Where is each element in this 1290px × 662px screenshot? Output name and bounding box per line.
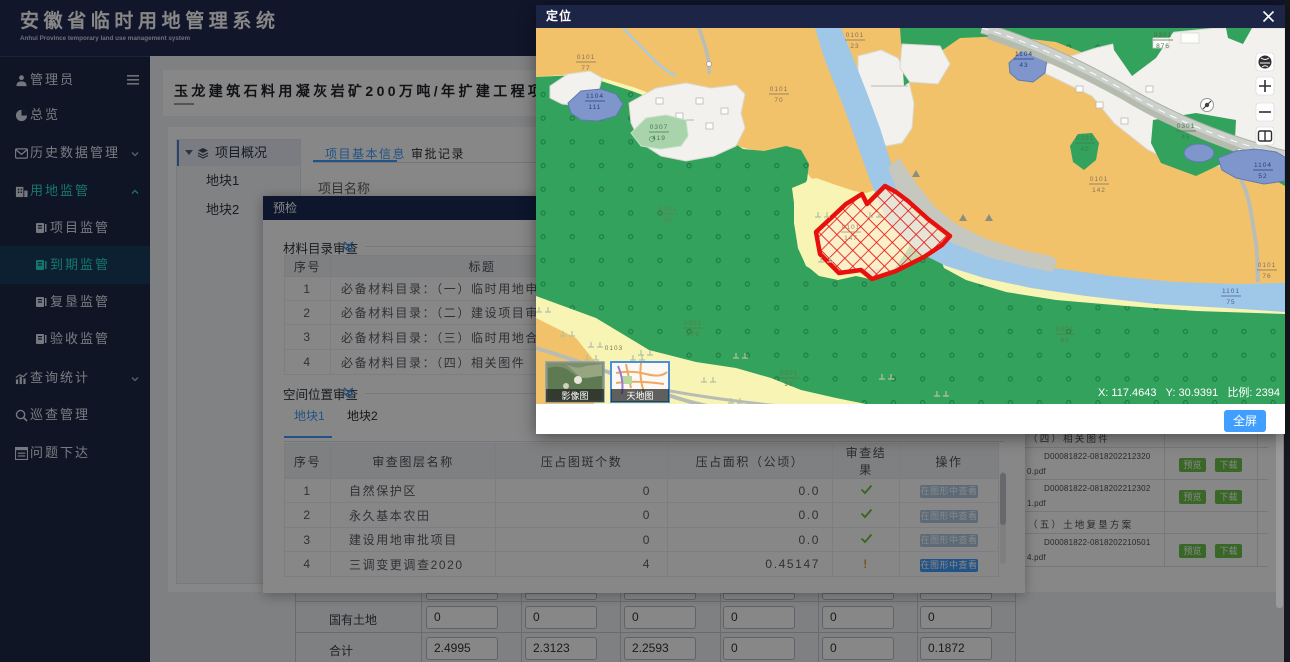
svg-text:176: 176 xyxy=(686,331,700,338)
svg-text:43: 43 xyxy=(1019,62,1028,69)
svg-text:876: 876 xyxy=(1156,43,1170,50)
svg-text:70: 70 xyxy=(774,97,783,104)
svg-text:0101: 0101 xyxy=(770,86,788,93)
svg-text:1104: 1104 xyxy=(586,93,604,100)
svg-text:0301: 0301 xyxy=(684,320,702,327)
svg-text:0103: 0103 xyxy=(605,345,623,352)
svg-text:1101: 1101 xyxy=(1222,288,1240,295)
svg-text:1104: 1104 xyxy=(1015,51,1033,58)
svg-text:52: 52 xyxy=(1258,173,1267,180)
svg-text:142: 142 xyxy=(1092,187,1106,194)
svg-text:76: 76 xyxy=(1262,273,1271,280)
svg-text:85: 85 xyxy=(1060,337,1069,344)
svg-text:40: 40 xyxy=(1080,146,1089,153)
svg-text:111: 111 xyxy=(589,104,602,111)
svg-text:90: 90 xyxy=(663,217,672,224)
svg-text:X: 117.4643 Y: 30.9391 比例:: X: 117.4643 Y: 30.9391 比例: 2394 xyxy=(1098,385,1280,399)
svg-text:0101: 0101 xyxy=(1090,176,1108,183)
svg-text:天地图: 天地图 xyxy=(626,390,653,401)
svg-text:0301: 0301 xyxy=(1177,123,1195,130)
svg-text:75: 75 xyxy=(1226,299,1235,306)
svg-text:0301: 0301 xyxy=(1056,326,1074,333)
svg-text:0101: 0101 xyxy=(1258,262,1276,269)
svg-text:77: 77 xyxy=(581,65,590,72)
svg-text:0301: 0301 xyxy=(659,206,677,213)
svg-text:0301: 0301 xyxy=(1154,32,1172,39)
svg-text:0301: 0301 xyxy=(1076,135,1094,142)
svg-text:0101: 0101 xyxy=(842,224,860,231)
svg-text:1104: 1104 xyxy=(1254,162,1272,169)
svg-text:93: 93 xyxy=(784,381,793,388)
svg-text:45: 45 xyxy=(1181,134,1190,141)
svg-text:0101: 0101 xyxy=(846,32,864,39)
svg-text:147: 147 xyxy=(844,235,858,242)
svg-text:0307: 0307 xyxy=(650,124,668,131)
svg-text:419: 419 xyxy=(652,135,666,142)
svg-text:23: 23 xyxy=(850,43,859,50)
svg-text:影像图: 影像图 xyxy=(561,390,588,401)
svg-text:0301: 0301 xyxy=(780,370,798,377)
svg-text:0101: 0101 xyxy=(577,54,595,61)
